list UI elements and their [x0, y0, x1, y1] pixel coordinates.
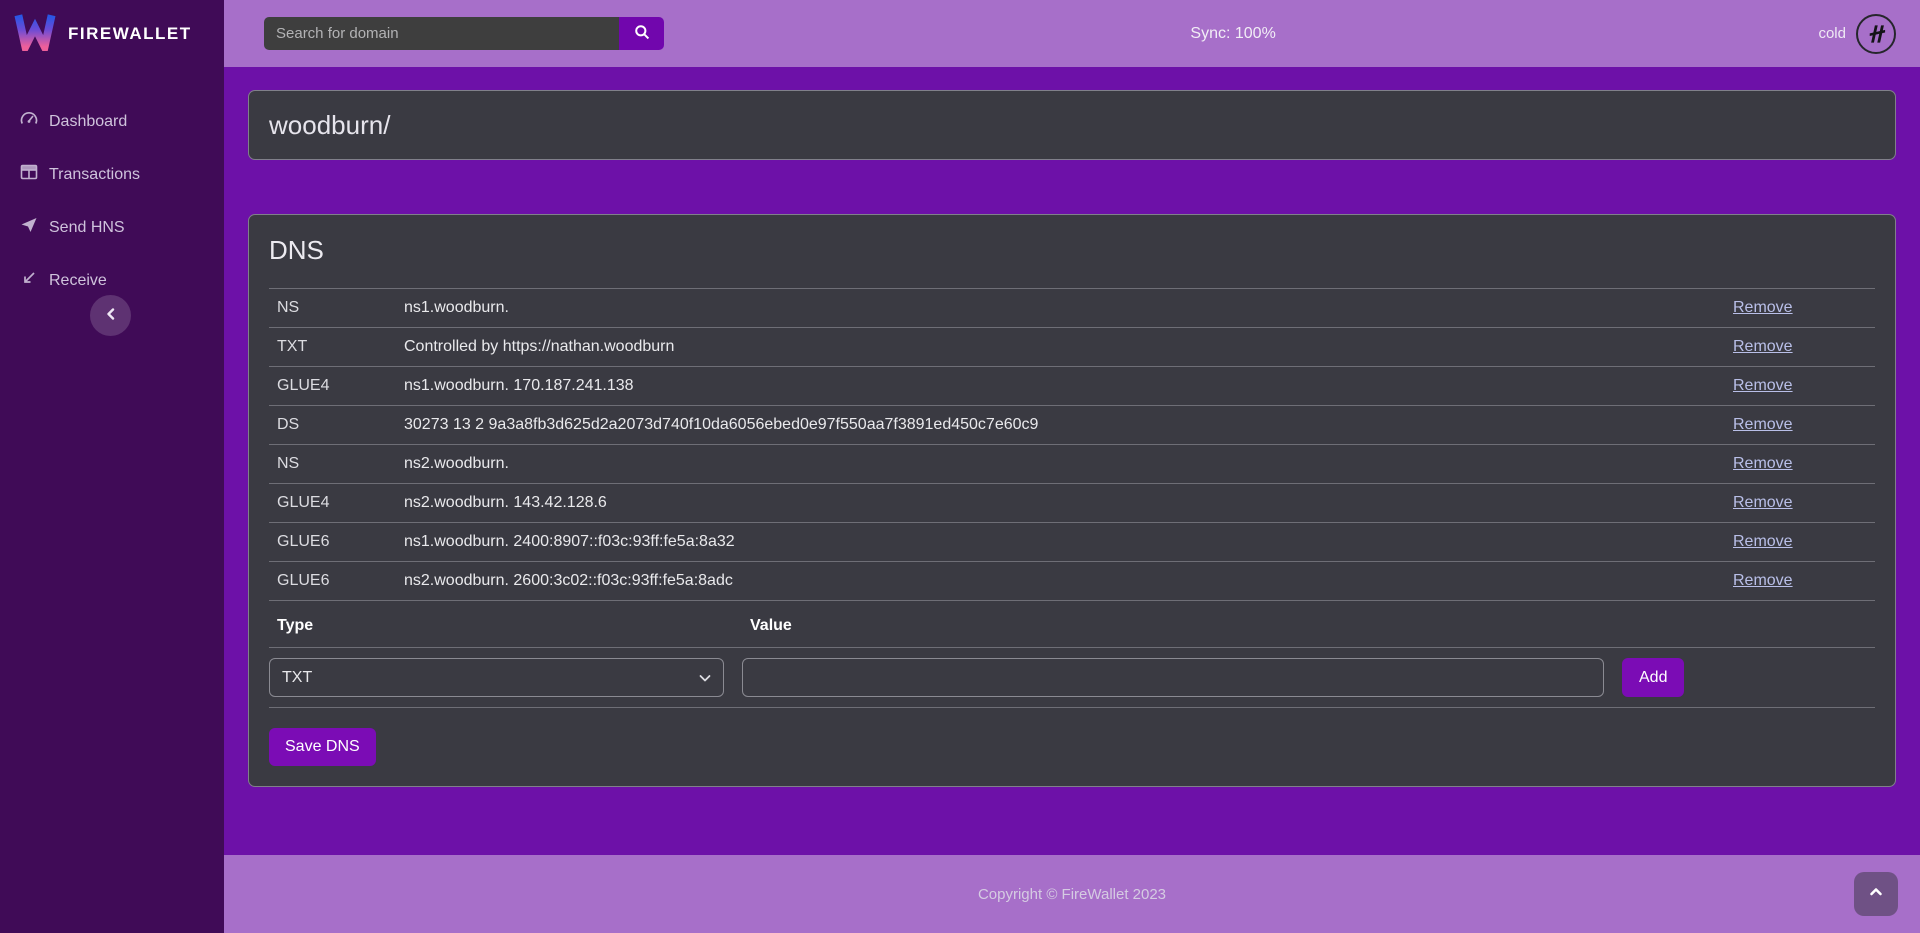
record-value: 30273 13 2 9a3a8fb3d625d2a2073d740f10da6…: [396, 406, 1725, 444]
save-dns-button[interactable]: Save DNS: [269, 728, 376, 766]
table-row: DS 30273 13 2 9a3a8fb3d625d2a2073d740f10…: [269, 405, 1875, 444]
dns-records-table: NS ns1.woodburn. Remove TXT Controlled b…: [269, 288, 1875, 708]
search-icon: [634, 24, 650, 43]
record-type: GLUE6: [269, 523, 396, 561]
record-value: Controlled by https://nathan.woodburn: [396, 328, 1725, 366]
add-record-form-row: TXT Add: [269, 647, 1875, 708]
sidebar: FIREWALLET Dashboard Tran: [0, 0, 224, 933]
domain-search: [264, 17, 664, 50]
value-column-header: Value: [750, 617, 1612, 635]
table-row: TXT Controlled by https://nathan.woodbur…: [269, 327, 1875, 366]
handshake-logo-icon[interactable]: [1856, 14, 1896, 54]
domain-title: woodburn/: [269, 110, 390, 141]
record-type: NS: [269, 289, 396, 327]
sidebar-nav: Dashboard Transactions Send HNS: [0, 95, 224, 307]
remove-record-link[interactable]: Remove: [1733, 572, 1793, 589]
sidebar-item-transactions[interactable]: Transactions: [0, 148, 224, 201]
record-value: ns1.woodburn. 2400:8907::f03c:93ff:fe5a:…: [396, 523, 1725, 561]
wallet-name-label: cold: [1818, 25, 1846, 42]
record-value: ns2.woodburn. 2600:3c02::f03c:93ff:fe5a:…: [396, 562, 1725, 600]
remove-record-link[interactable]: Remove: [1733, 455, 1793, 472]
sidebar-collapse-button[interactable]: [90, 295, 131, 336]
sync-status: Sync: 100%: [1190, 25, 1275, 43]
remove-record-link[interactable]: Remove: [1733, 494, 1793, 511]
dns-card: DNS NS ns1.woodburn. Remove TXT Controll…: [248, 214, 1896, 787]
add-record-button[interactable]: Add: [1622, 658, 1684, 697]
chevron-up-icon: [1869, 885, 1883, 904]
table-row: NS ns2.woodburn. Remove: [269, 444, 1875, 483]
record-type-select[interactable]: TXT: [269, 658, 724, 697]
receive-icon: [20, 269, 38, 292]
footer: Copyright © FireWallet 2023: [224, 855, 1920, 933]
remove-record-link[interactable]: Remove: [1733, 533, 1793, 550]
add-record-header-row: Type Value: [269, 600, 1875, 647]
record-type: TXT: [269, 328, 396, 366]
brand-name: FIREWALLET: [68, 24, 192, 44]
main-content: woodburn/ DNS NS ns1.woodburn. Remove TX…: [224, 67, 1920, 855]
table-icon: [20, 163, 38, 186]
remove-record-link[interactable]: Remove: [1733, 299, 1793, 316]
send-icon: [20, 216, 38, 239]
record-value: ns2.woodburn. 143.42.128.6: [396, 484, 1725, 522]
domain-title-card: woodburn/: [248, 90, 1896, 160]
account-area: cold: [1818, 14, 1896, 54]
record-value: ns1.woodburn. 170.187.241.138: [396, 367, 1725, 405]
sidebar-item-label: Dashboard: [49, 113, 127, 131]
table-row: GLUE6 ns1.woodburn. 2400:8907::f03c:93ff…: [269, 522, 1875, 561]
dns-card-title: DNS: [269, 235, 1875, 266]
record-type: DS: [269, 406, 396, 444]
sidebar-item-dashboard[interactable]: Dashboard: [0, 95, 224, 148]
record-type: NS: [269, 445, 396, 483]
record-type: GLUE6: [269, 562, 396, 600]
table-row: GLUE4 ns2.woodburn. 143.42.128.6 Remove: [269, 483, 1875, 522]
copyright-text: Copyright © FireWallet 2023: [978, 886, 1166, 903]
brand[interactable]: FIREWALLET: [0, 0, 224, 67]
record-value-input[interactable]: [742, 658, 1604, 697]
record-value: ns1.woodburn.: [396, 289, 1725, 327]
topbar: Sync: 100% cold: [224, 0, 1920, 67]
sidebar-item-send-hns[interactable]: Send HNS: [0, 201, 224, 254]
firewallet-logo-icon: [14, 11, 56, 56]
table-row: NS ns1.woodburn. Remove: [269, 288, 1875, 327]
chevron-left-icon: [105, 307, 117, 325]
sidebar-item-label: Send HNS: [49, 219, 125, 237]
record-value: ns2.woodburn.: [396, 445, 1725, 483]
record-type: GLUE4: [269, 367, 396, 405]
remove-record-link[interactable]: Remove: [1733, 416, 1793, 433]
table-row: GLUE4 ns1.woodburn. 170.187.241.138 Remo…: [269, 366, 1875, 405]
search-button[interactable]: [619, 17, 664, 50]
table-row: GLUE6 ns2.woodburn. 2600:3c02::f03c:93ff…: [269, 561, 1875, 600]
search-input[interactable]: [264, 17, 619, 50]
record-type: GLUE4: [269, 484, 396, 522]
scroll-to-top-button[interactable]: [1854, 872, 1898, 916]
gauge-icon: [20, 110, 38, 133]
type-column-header: Type: [277, 617, 732, 635]
sidebar-item-label: Transactions: [49, 166, 140, 184]
remove-record-link[interactable]: Remove: [1733, 377, 1793, 394]
sidebar-item-label: Receive: [49, 272, 107, 290]
remove-record-link[interactable]: Remove: [1733, 338, 1793, 355]
